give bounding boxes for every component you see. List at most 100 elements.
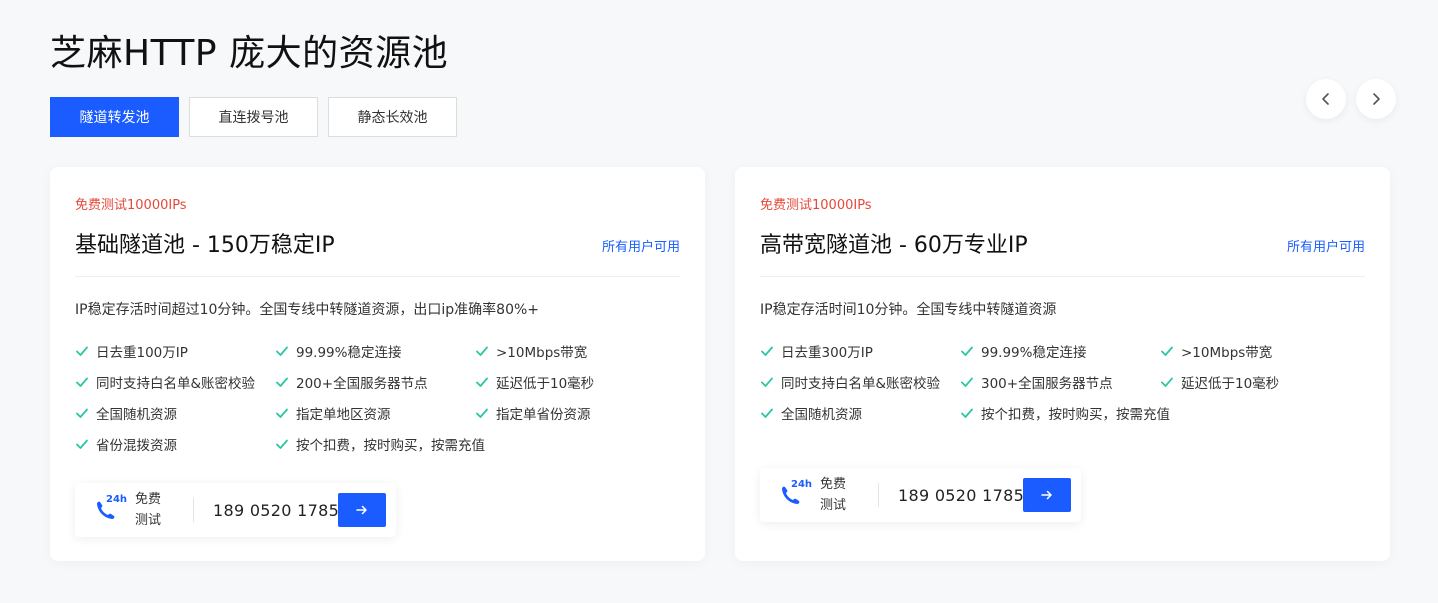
- feature-item: 99.99%稳定连接: [960, 341, 1160, 361]
- feature-item: 同时支持白名单&账密校验: [760, 372, 960, 392]
- page-title: 芝麻HTTP 庞大的资源池: [50, 33, 449, 74]
- check-icon: [276, 377, 288, 387]
- check-icon: [961, 377, 973, 387]
- feature-item: 日去重300万IP: [760, 341, 960, 361]
- contact-go-button[interactable]: [1023, 478, 1071, 512]
- carousel-nav: [1306, 79, 1396, 119]
- feature-list: 日去重100万IP 99.99%稳定连接 >10Mbps带宽同时支持白名单&账密校验…: [75, 341, 675, 454]
- divider: [760, 276, 1365, 277]
- feature-label: 指定单地区资源: [296, 407, 391, 423]
- badge-text: 24h: [106, 494, 127, 505]
- card-description: IP稳定存活时间超过10分钟。全国专线中转隧道资源，出口ip准确率80%+: [75, 302, 540, 318]
- check-icon: [76, 408, 88, 418]
- free-test-label: 免费 测试: [135, 489, 175, 531]
- pool-tabs: 隧道转发池 直连拨号池 静态长效池: [50, 97, 457, 137]
- contact-box: 24h 免费 测试 189 0520 1785: [760, 468, 1081, 522]
- feature-label: 省份混拨资源: [96, 438, 177, 454]
- card-description: IP稳定存活时间10分钟。全国专线中转隧道资源: [760, 302, 1057, 318]
- next-button[interactable]: [1356, 79, 1396, 119]
- free-line-2: 测试: [135, 513, 162, 528]
- feature-label: >10Mbps带宽: [496, 345, 588, 361]
- phone-24h-icon: 24h: [89, 490, 129, 530]
- check-icon: [961, 346, 973, 356]
- feature-item: 全国随机资源: [75, 403, 275, 423]
- feature-label: 同时支持白名单&账密校验: [96, 376, 256, 392]
- check-icon: [76, 346, 88, 356]
- phone-number: 189 0520 1785: [898, 485, 1025, 505]
- check-icon: [76, 439, 88, 449]
- separator: [193, 498, 194, 522]
- feature-item: 指定单地区资源: [275, 403, 475, 423]
- separator: [878, 483, 879, 507]
- check-icon: [276, 439, 288, 449]
- feature-label: 按个扣费，按时购买，按需充值: [296, 438, 485, 454]
- check-icon: [76, 377, 88, 387]
- feature-item: 延迟低于10毫秒: [475, 372, 675, 392]
- feature-label: 200+全国服务器节点: [296, 376, 428, 392]
- tab-tunnel-pool[interactable]: 隧道转发池: [50, 97, 179, 137]
- feature-item: 按个扣费，按时购买，按需充值: [275, 434, 485, 454]
- check-icon: [476, 377, 488, 387]
- feature-label: 日去重100万IP: [96, 345, 188, 361]
- pool-card-high-bandwidth: 免费测试10000IPs 高带宽隧道池 - 60万专业IP 所有用户可用 IP稳…: [735, 167, 1390, 561]
- arrow-right-icon: [1041, 490, 1052, 500]
- prev-button[interactable]: [1306, 79, 1346, 119]
- feature-item: 全国随机资源: [760, 403, 960, 423]
- feature-label: 全国随机资源: [96, 407, 177, 423]
- free-line-1: 免费: [820, 477, 847, 492]
- promo-text: 免费测试10000IPs: [760, 198, 872, 213]
- feature-item: 按个扣费，按时购买，按需充值: [960, 403, 1170, 423]
- free-test-label: 免费 测试: [820, 474, 860, 516]
- feature-label: 99.99%稳定连接: [981, 345, 1087, 361]
- divider: [75, 276, 680, 277]
- feature-item: 省份混拨资源: [75, 434, 275, 454]
- check-icon: [761, 346, 773, 356]
- chevron-right-icon: [1373, 93, 1380, 105]
- contact-go-button[interactable]: [338, 493, 386, 527]
- feature-item: 99.99%稳定连接: [275, 341, 475, 361]
- check-icon: [761, 377, 773, 387]
- feature-item: >10Mbps带宽: [1160, 341, 1360, 361]
- check-icon: [276, 346, 288, 356]
- feature-item: 指定单省份资源: [475, 403, 675, 423]
- contact-box: 24h 免费 测试 189 0520 1785: [75, 483, 396, 537]
- phone-number: 189 0520 1785: [213, 500, 340, 520]
- feature-item: 日去重100万IP: [75, 341, 275, 361]
- feature-item: 同时支持白名单&账密校验: [75, 372, 275, 392]
- card-title: 高带宽隧道池 - 60万专业IP: [760, 233, 1028, 258]
- check-icon: [276, 408, 288, 418]
- arrow-right-icon: [356, 505, 367, 515]
- chevron-left-icon: [1322, 93, 1329, 105]
- feature-item: >10Mbps带宽: [475, 341, 675, 361]
- feature-label: 日去重300万IP: [781, 345, 873, 361]
- promo-text: 免费测试10000IPs: [75, 198, 187, 213]
- free-line-2: 测试: [820, 498, 847, 513]
- check-icon: [761, 408, 773, 418]
- feature-label: 按个扣费，按时购买，按需充值: [981, 407, 1170, 423]
- check-icon: [1161, 377, 1173, 387]
- feature-item: 延迟低于10毫秒: [1160, 372, 1360, 392]
- feature-list: 日去重300万IP 99.99%稳定连接 >10Mbps带宽同时支持白名单&账密校验…: [760, 341, 1360, 423]
- check-icon: [476, 346, 488, 356]
- badge-text: 24h: [791, 479, 812, 490]
- check-icon: [1161, 346, 1173, 356]
- check-icon: [961, 408, 973, 418]
- feature-label: 同时支持白名单&账密校验: [781, 376, 941, 392]
- feature-item: 300+全国服务器节点: [960, 372, 1160, 392]
- feature-label: 全国随机资源: [781, 407, 862, 423]
- free-line-1: 免费: [135, 492, 162, 507]
- check-icon: [476, 408, 488, 418]
- tab-direct-dial-pool[interactable]: 直连拨号池: [189, 97, 318, 137]
- feature-label: 99.99%稳定连接: [296, 345, 402, 361]
- feature-label: >10Mbps带宽: [1181, 345, 1273, 361]
- feature-label: 延迟低于10毫秒: [496, 376, 595, 392]
- feature-label: 延迟低于10毫秒: [1181, 376, 1280, 392]
- tab-static-pool[interactable]: 静态长效池: [328, 97, 457, 137]
- pool-card-basic: 免费测试10000IPs 基础隧道池 - 150万稳定IP 所有用户可用 IP稳…: [50, 167, 705, 561]
- phone-24h-icon: 24h: [774, 475, 814, 515]
- feature-label: 指定单省份资源: [496, 407, 591, 423]
- feature-item: 200+全国服务器节点: [275, 372, 475, 392]
- card-title: 基础隧道池 - 150万稳定IP: [75, 233, 335, 258]
- availability-label: 所有用户可用: [1286, 240, 1365, 255]
- availability-label: 所有用户可用: [601, 240, 680, 255]
